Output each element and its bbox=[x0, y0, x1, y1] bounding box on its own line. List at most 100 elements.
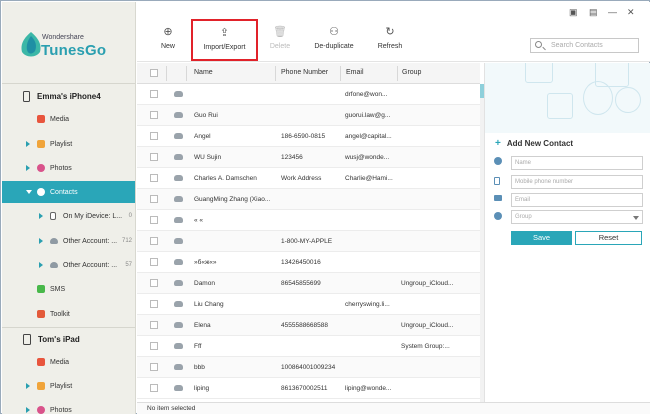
expand-arrow-icon[interactable] bbox=[26, 383, 30, 389]
row-checkbox[interactable] bbox=[150, 195, 158, 203]
import-export-button[interactable]: ⇪ Import/Export bbox=[191, 19, 258, 61]
cell-name: bbb bbox=[194, 364, 205, 371]
sidebar-item-photos[interactable]: Photos bbox=[2, 399, 135, 414]
refresh-button[interactable]: ↻ Refresh bbox=[375, 18, 405, 60]
cell-phone: Work Address bbox=[281, 175, 322, 182]
table-row[interactable]: « « bbox=[137, 210, 480, 231]
minimize-button[interactable]: — bbox=[608, 7, 617, 17]
table-row[interactable]: 1-800-MY-APPLE bbox=[137, 231, 480, 252]
cell-email: Charlie@Hami... bbox=[345, 175, 393, 182]
row-checkbox[interactable] bbox=[150, 153, 158, 161]
sidebar-item-contacts[interactable]: Contacts bbox=[2, 181, 135, 203]
table-row[interactable]: Charles A. Damschen Work Address Charlie@H… bbox=[137, 168, 480, 189]
row-checkbox[interactable] bbox=[150, 216, 158, 224]
row-checkbox[interactable] bbox=[150, 111, 158, 119]
cell-email: guorui.law@g... bbox=[345, 112, 391, 119]
collapse-arrow-icon[interactable] bbox=[26, 190, 32, 194]
expand-arrow-icon[interactable] bbox=[39, 262, 43, 268]
table-header: Name Phone Number Email Group bbox=[137, 63, 480, 84]
cell-phone: 100864001009234 bbox=[281, 364, 336, 371]
sidebar-item-label: Toolkit bbox=[50, 310, 70, 318]
table-row[interactable]: GuangMing Zhang (Xiao... bbox=[137, 189, 480, 210]
row-checkbox[interactable] bbox=[150, 279, 158, 287]
column-divider bbox=[340, 66, 341, 81]
row-checkbox[interactable] bbox=[150, 384, 158, 392]
row-checkbox[interactable] bbox=[150, 342, 158, 350]
column-header-name[interactable]: Name bbox=[194, 69, 213, 76]
tablet-icon bbox=[23, 333, 31, 345]
expand-arrow-icon[interactable] bbox=[26, 165, 30, 171]
row-checkbox[interactable] bbox=[150, 300, 158, 308]
reset-button[interactable]: Reset bbox=[575, 231, 642, 245]
cell-phone: 123456 bbox=[281, 154, 303, 161]
cell-group: Ungroup_iCloud... bbox=[401, 280, 454, 287]
table-body: drfone@won... Guo Rui guorui.law@g... Angel… bbox=[137, 84, 480, 403]
users-icon: ⚇ bbox=[329, 26, 339, 38]
sidebar-item-playlist[interactable]: Playlist bbox=[2, 375, 135, 397]
expand-arrow-icon[interactable] bbox=[26, 407, 30, 413]
cell-email: cherryswing.li... bbox=[345, 301, 390, 308]
sidebar-item-playlist[interactable]: Playlist bbox=[2, 133, 135, 155]
close-button[interactable]: ✕ bbox=[627, 7, 635, 18]
device-toms-ipad[interactable]: Tom's iPad bbox=[2, 328, 135, 350]
cloud-icon bbox=[174, 196, 183, 202]
expand-arrow-icon[interactable] bbox=[39, 213, 43, 219]
sidebar-item-toolkit[interactable]: Toolkit bbox=[2, 303, 135, 325]
sidebar-item-label: Other Account: ... bbox=[63, 261, 118, 269]
cloud-icon bbox=[174, 133, 183, 139]
sidebar-item-other-account-1[interactable]: Other Account: ... 712 bbox=[2, 230, 135, 252]
row-checkbox[interactable] bbox=[150, 90, 158, 98]
row-checkbox[interactable] bbox=[150, 363, 158, 371]
table-row[interactable]: »б«ж«» 13426450016 bbox=[137, 252, 480, 273]
expand-arrow-icon[interactable] bbox=[26, 141, 30, 147]
sidebar-item-media[interactable]: Media bbox=[2, 351, 135, 373]
sidebar-item-label: Playlist bbox=[50, 382, 73, 390]
row-checkbox[interactable] bbox=[150, 258, 158, 266]
sidebar-item-sms[interactable]: SMS bbox=[2, 278, 135, 300]
person-icon bbox=[494, 157, 502, 165]
device-emmas-iphone4[interactable]: Emma's iPhone4 bbox=[2, 85, 135, 107]
sidebar-item-photos[interactable]: Photos bbox=[2, 157, 135, 179]
save-button[interactable]: Save bbox=[511, 231, 572, 245]
sidebar-item-media[interactable]: Media bbox=[2, 108, 135, 130]
row-checkbox[interactable] bbox=[150, 174, 158, 182]
row-checkbox[interactable] bbox=[150, 321, 158, 329]
plus-circle-icon: ⊕ bbox=[163, 26, 173, 38]
menu-icon[interactable]: ▤ bbox=[589, 7, 598, 18]
expand-arrow-icon[interactable] bbox=[39, 238, 43, 244]
row-checkbox[interactable] bbox=[150, 132, 158, 140]
phone-field[interactable]: Mobile phone number bbox=[511, 175, 643, 189]
sms-icon bbox=[37, 285, 45, 293]
table-row[interactable]: bbb 100864001009234 bbox=[137, 357, 480, 378]
name-field[interactable]: Name bbox=[511, 156, 643, 170]
new-button[interactable]: ⊕ New bbox=[155, 18, 181, 60]
sidebar-item-other-account-2[interactable]: Other Account: ... 57 bbox=[2, 254, 135, 276]
column-header-phone[interactable]: Phone Number bbox=[281, 69, 328, 76]
table-row[interactable]: Fff System Group:... bbox=[137, 336, 480, 357]
deduplicate-button[interactable]: ⚇ De-duplicate bbox=[313, 18, 355, 60]
message-icon[interactable]: ▣ bbox=[569, 7, 578, 18]
group-select[interactable]: Group bbox=[511, 210, 643, 224]
table-row[interactable]: liping 8613670002511 liping@wonde... bbox=[137, 378, 480, 399]
media-icon bbox=[37, 115, 45, 123]
sidebar-item-on-my-idevice[interactable]: On My iDevice: L... 0 bbox=[2, 205, 135, 227]
mobile-icon bbox=[494, 177, 500, 185]
refresh-icon: ↻ bbox=[385, 26, 395, 38]
email-field[interactable]: Email bbox=[511, 193, 643, 207]
column-header-email[interactable]: Email bbox=[346, 69, 364, 76]
column-header-group[interactable]: Group bbox=[402, 69, 421, 76]
table-row[interactable]: Guo Rui guorui.law@g... bbox=[137, 105, 480, 126]
table-row[interactable]: drfone@won... bbox=[137, 84, 480, 105]
table-row[interactable]: Damon 86545855699 Ungroup_iCloud... bbox=[137, 273, 480, 294]
sidebar-item-label: Other Account: ... bbox=[63, 237, 118, 245]
cloud-icon bbox=[174, 301, 183, 307]
cell-name: »б«ж«» bbox=[194, 259, 217, 266]
table-row[interactable]: WU Sujin 123456 wusj@wonde... bbox=[137, 147, 480, 168]
row-checkbox[interactable] bbox=[150, 237, 158, 245]
table-row[interactable]: Liu Chang cherryswing.li... bbox=[137, 294, 480, 315]
delete-button[interactable]: 🗑︎ Delete bbox=[265, 18, 295, 60]
search-input[interactable]: Search Contacts bbox=[530, 38, 639, 53]
table-row[interactable]: Angel 186-6590-0815 angel@capital... bbox=[137, 126, 480, 147]
table-row[interactable]: Elena 4555588668588 Ungroup_iCloud... bbox=[137, 315, 480, 336]
select-all-checkbox[interactable] bbox=[150, 69, 158, 77]
